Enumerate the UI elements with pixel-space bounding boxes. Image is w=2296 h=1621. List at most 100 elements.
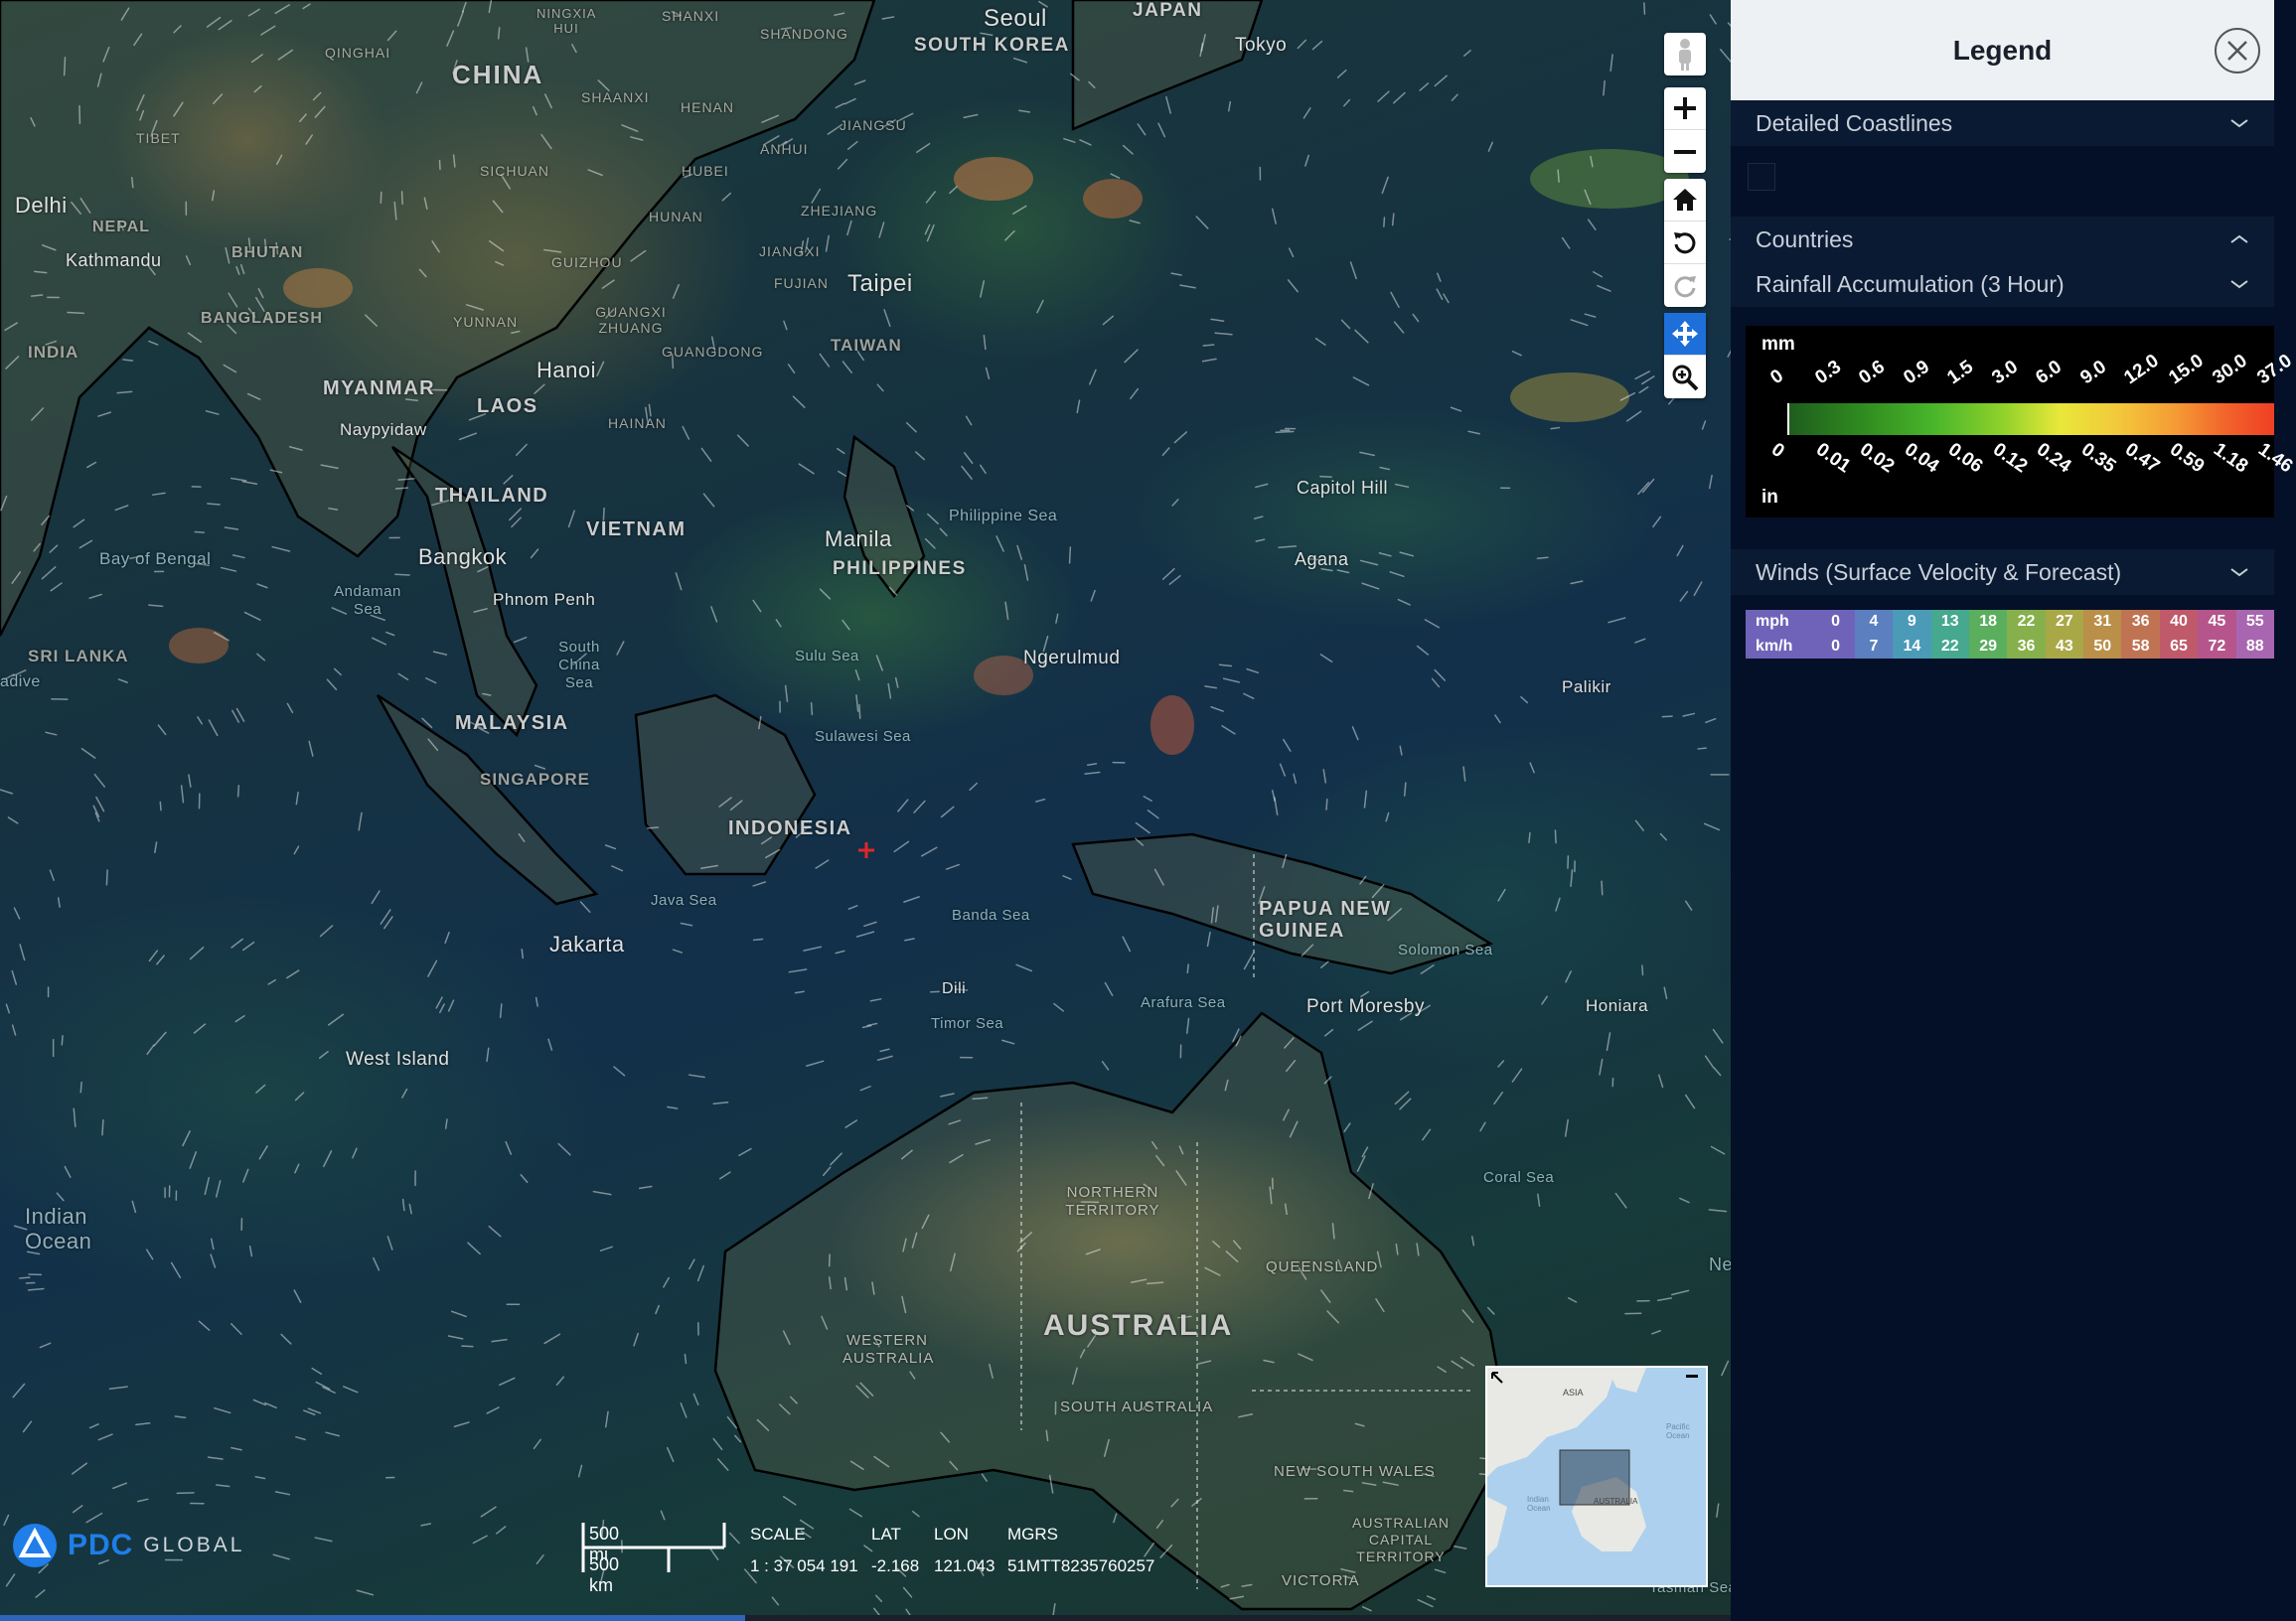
rainfall-in-tick: 0 xyxy=(1766,439,1788,463)
map-label-country: THAILAND xyxy=(435,485,549,507)
rainfall-mm-tick: 37.0 xyxy=(2252,350,2296,389)
map-label-region: GUANGXI ZHUANG xyxy=(595,304,667,336)
map-label-region: NINGXIA HUI xyxy=(536,6,597,36)
map-label-city: Hanoi xyxy=(536,358,596,382)
lat-value: -2.168 xyxy=(871,1556,920,1575)
map-label-region: SHANXI xyxy=(662,8,720,24)
pdc-logo-icon xyxy=(13,1524,57,1567)
wind-unit-label: km/h xyxy=(1746,634,1817,659)
wind-speed-cell: 36 xyxy=(2121,610,2160,635)
rainfall-mm-tick: 30.0 xyxy=(2209,350,2251,389)
map-label-city: Kathmandu xyxy=(66,250,162,270)
legend-panel: Legend Detailed Coastlines Countries Rai… xyxy=(1731,0,2296,1621)
map-label-sea: Solomon Sea xyxy=(1398,942,1493,958)
rainfall-mm-tick: 0.3 xyxy=(1810,356,1845,389)
map-label-country: PHILIPPINES xyxy=(833,558,967,579)
zoom-out-icon[interactable] xyxy=(1664,130,1706,173)
map-label-sea: Sulu Sea xyxy=(795,648,859,664)
logo-brand: PDC xyxy=(68,1529,134,1561)
wind-speed-cell: 40 xyxy=(2159,610,2199,635)
map-label-state: VICTORIA xyxy=(1282,1572,1360,1589)
section-rainfall[interactable]: Rainfall Accumulation (3 Hour) xyxy=(1731,261,2274,307)
map-label-region: JIANGSU xyxy=(840,117,907,133)
map-label-country: TAIWAN xyxy=(831,336,902,355)
zoom-in-icon[interactable] xyxy=(1664,87,1706,130)
mgrs-value: 51MTT8235760257 xyxy=(1007,1556,1155,1575)
map-label-country: NEPAL xyxy=(92,219,151,235)
rainfall-in-tick: 0.06 xyxy=(1943,439,1987,478)
map-label-city: Tokyo xyxy=(1235,35,1288,56)
map-label-state: AUSTRALIAN CAPITAL TERRITORY xyxy=(1352,1515,1450,1564)
map-label-sea: South China Sea xyxy=(558,639,600,691)
map-label-city: Agana xyxy=(1295,549,1349,569)
home-icon[interactable] xyxy=(1664,179,1706,221)
rainfall-in-tick: 0.01 xyxy=(1811,439,1854,478)
overview-label: ASIA xyxy=(1563,1388,1584,1398)
wind-speed-cell: 72 xyxy=(2198,634,2236,659)
map-label-country: BHUTAN xyxy=(231,244,304,261)
wind-speed-cell: 22 xyxy=(2007,610,2046,635)
rainfall-mm-tick: 15.0 xyxy=(2164,350,2208,389)
wind-speed-scale: mph 0 4 9 13 18 22 27 31 36 40 45 55 km/h 0 7 14 22 29 36 4… xyxy=(1746,610,2274,659)
map-label-country: INDIA xyxy=(28,343,79,362)
section-countries[interactable]: Countries xyxy=(1731,217,2274,262)
map-label-city: Manila xyxy=(825,526,892,551)
map-label-country: PAPUA NEW GUINEA xyxy=(1259,898,1392,942)
rainfall-mm-tick: 3.0 xyxy=(1987,356,2022,389)
wind-speed-cell: 22 xyxy=(1930,634,1969,659)
zoom-box-icon[interactable] xyxy=(1664,356,1706,398)
map-label-region: GUIZHOU xyxy=(551,254,623,270)
map-label-region: JIANGXI xyxy=(759,243,821,259)
section-detailed-coastlines[interactable]: Detailed Coastlines xyxy=(1731,100,2274,146)
rotate-right-icon[interactable] xyxy=(1664,264,1706,307)
map-label-country: LAOS xyxy=(477,395,538,417)
map-label-city: Dili xyxy=(942,980,967,997)
section-label: Winds (Surface Velocity & Forecast) xyxy=(1756,558,2122,585)
navigation-toolbar xyxy=(1664,179,1706,307)
map-label-sea: Timor Sea xyxy=(931,1015,1004,1032)
wind-speed-cell: 14 xyxy=(1893,634,1931,659)
map-label-region: GUANGDONG xyxy=(662,344,764,360)
map-label-state: NORTHERN TERRITORY xyxy=(1065,1184,1160,1219)
overview-label: Pacific Ocean xyxy=(1666,1422,1690,1440)
section-winds[interactable]: Winds (Surface Velocity & Forecast) xyxy=(1731,549,2274,595)
map-label-region: HENAN xyxy=(681,99,735,115)
timeline-strip[interactable] xyxy=(0,1615,1731,1621)
rotate-left-icon[interactable] xyxy=(1664,221,1706,264)
rainfall-in-tick: 0.47 xyxy=(2120,439,2164,478)
legend-header: Legend xyxy=(1731,0,2274,100)
map-label-state: SOUTH AUSTRALIA xyxy=(1060,1399,1214,1415)
coastlines-checkbox[interactable] xyxy=(1748,163,1775,191)
rainfall-in-tick: 0.24 xyxy=(2032,439,2075,478)
map-label-country: VIETNAM xyxy=(586,518,687,540)
rainfall-unit-mm: mm xyxy=(1761,334,1795,355)
interaction-toolbar xyxy=(1664,313,1706,398)
close-legend-button[interactable] xyxy=(2215,28,2260,74)
wind-row-kmh: km/h 0 7 14 22 29 36 43 50 58 65 72 88 xyxy=(1746,634,2274,659)
map-label-city: Port Moresby xyxy=(1306,996,1425,1017)
map-label-country: MYANMAR xyxy=(323,377,436,399)
wind-row-mph: mph 0 4 9 13 18 22 27 31 36 40 45 55 xyxy=(1746,610,2274,635)
map-label-city: Capitol Hill xyxy=(1297,478,1389,498)
mgrs-header: MGRS xyxy=(1007,1525,1058,1544)
street-view-icon[interactable] xyxy=(1664,33,1706,75)
gradient-start-marker xyxy=(1787,403,1789,435)
pan-icon[interactable] xyxy=(1664,313,1706,356)
rainfall-in-tick: 1.46 xyxy=(2253,439,2296,478)
map-label-city: Seoul xyxy=(984,5,1047,32)
map-label-city: West Island xyxy=(346,1049,450,1070)
wind-speed-cell: 7 xyxy=(1854,634,1894,659)
rainfall-mm-tick: 0.9 xyxy=(1899,356,1933,389)
map-canvas[interactable]: CHINA MYANMAR LAOS THAILAND VIETNAM MALA… xyxy=(0,0,1731,1621)
wind-speed-cell: 13 xyxy=(1930,610,1969,635)
map-label-sea: Sulawesi Sea xyxy=(815,728,911,745)
lon-value: 121.043 xyxy=(934,1556,995,1575)
map-label-region: SHANDONG xyxy=(760,26,848,42)
map-label-country: CHINA xyxy=(452,60,544,89)
chevron-down-icon xyxy=(2230,280,2248,289)
chevron-up-icon xyxy=(2230,234,2248,243)
map-label-region: ANHUI xyxy=(760,141,809,157)
overview-map[interactable]: ASIA Pacific Ocean Indian Ocean AUSTRALI… xyxy=(1485,1366,1708,1587)
map-label-region: SHAANXI xyxy=(581,89,650,105)
map-label-region: TIBET xyxy=(136,130,181,146)
